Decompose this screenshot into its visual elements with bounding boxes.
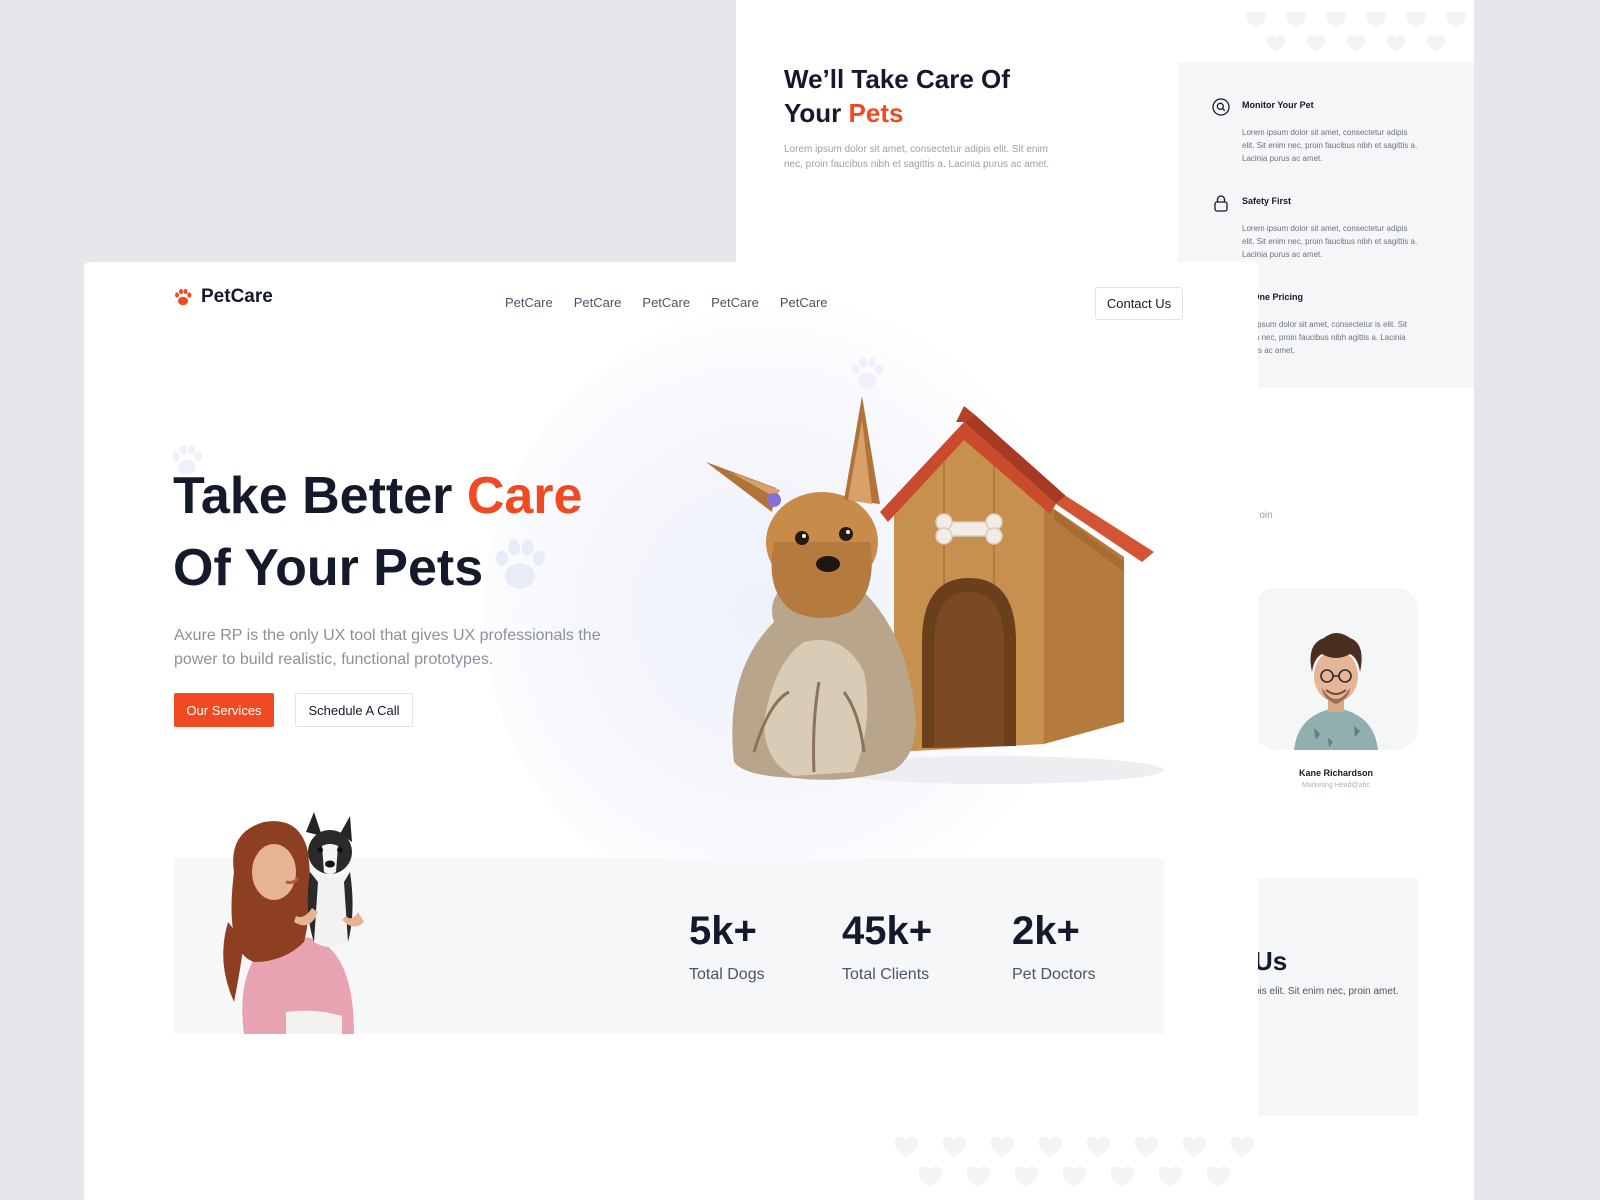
feature-description: Lorem ipsum dolor sit amet, consectetur … bbox=[1242, 128, 1418, 163]
nav-link-3[interactable]: PetCare bbox=[642, 295, 690, 310]
contact-us-button[interactable]: Contact Us bbox=[1095, 287, 1183, 320]
woman-with-dog-illustration bbox=[223, 812, 364, 1034]
team-member-photo bbox=[1294, 633, 1378, 750]
stat-total-dogs: 5k+ Total Dogs bbox=[689, 908, 765, 984]
nav-link-2[interactable]: PetCare bbox=[574, 295, 622, 310]
main-nav: PetCare PetCare PetCare PetCare PetCare bbox=[505, 295, 849, 310]
nav-link-5[interactable]: PetCare bbox=[780, 295, 828, 310]
feature-description: em ipsum dolor sit amet, consectetur is … bbox=[1242, 320, 1407, 355]
team-member-card bbox=[1254, 588, 1418, 750]
heart-pattern-top bbox=[1246, 11, 1466, 52]
feature-title: Monitor Your Pet bbox=[1242, 100, 1314, 110]
hero-title-line2: Of Your Pets bbox=[173, 539, 484, 597]
stat-value: 2k+ bbox=[1012, 909, 1080, 953]
feature-title: In One Pricing bbox=[1242, 292, 1304, 302]
search-circle-icon bbox=[1212, 98, 1230, 116]
heart-pattern-bottom bbox=[894, 1136, 1254, 1187]
team-member-role: Marketing Head@abc bbox=[1302, 782, 1370, 789]
feature-title: Safety First bbox=[1242, 196, 1292, 206]
back-heading-highlight: Pets bbox=[848, 98, 904, 128]
our-services-button[interactable]: Our Services bbox=[174, 693, 274, 727]
hero-title-part1: Take Better bbox=[173, 467, 467, 525]
team-member-name: Kane Richardson bbox=[1298, 768, 1374, 778]
landing-page-card: PetCare PetCare PetCare PetCare PetCare … bbox=[84, 262, 1258, 1200]
feature-description: Lorem ipsum dolor sit amet, consectetur … bbox=[1242, 224, 1418, 259]
brand-name: PetCare bbox=[201, 286, 273, 307]
hero-description: Axure RP is the only UX tool that gives … bbox=[174, 627, 601, 668]
hero-dog-house-illustration bbox=[706, 396, 1164, 784]
nav-link-4[interactable]: PetCare bbox=[711, 295, 759, 310]
brand-logo[interactable]: PetCare bbox=[173, 286, 273, 308]
stat-label: Total Dogs bbox=[689, 966, 765, 983]
hero-title: Take Better Care Of Your Pets bbox=[173, 460, 582, 604]
stat-value: 5k+ bbox=[689, 909, 757, 953]
back-text-fragment: roin bbox=[1256, 510, 1273, 521]
stat-label: Total Clients bbox=[842, 966, 930, 983]
contact-panel: Us pis elit. Sit enim nec, proin amet. bbox=[1254, 878, 1418, 1116]
dog-house bbox=[880, 406, 1154, 752]
nav-link-1[interactable]: PetCare bbox=[505, 295, 553, 310]
lock-icon bbox=[1214, 195, 1228, 212]
back-section-heading: We’ll Take Care Of Your Pets bbox=[784, 62, 1084, 130]
contact-title: Us bbox=[1254, 946, 1288, 976]
stat-label: Pet Doctors bbox=[1012, 966, 1096, 983]
paw-decoration-icon bbox=[851, 357, 883, 389]
paw-logo-icon bbox=[175, 288, 192, 306]
stat-value: 45k+ bbox=[842, 909, 933, 953]
stat-pet-doctors: 2k+ Pet Doctors bbox=[1012, 908, 1096, 984]
schedule-call-button[interactable]: Schedule A Call bbox=[295, 693, 413, 727]
back-section-description: Lorem ipsum dolor sit amet, consectetur … bbox=[784, 144, 1050, 170]
back-heading-line2: Your bbox=[784, 98, 849, 128]
contact-description: pis elit. Sit enim nec, proin amet. bbox=[1254, 986, 1399, 997]
yorkie-dog bbox=[706, 396, 916, 780]
hero-title-highlight: Care bbox=[466, 467, 583, 525]
back-heading-line1: We’ll Take Care Of bbox=[784, 64, 1010, 94]
stat-total-clients: 45k+ Total Clients bbox=[842, 908, 932, 984]
